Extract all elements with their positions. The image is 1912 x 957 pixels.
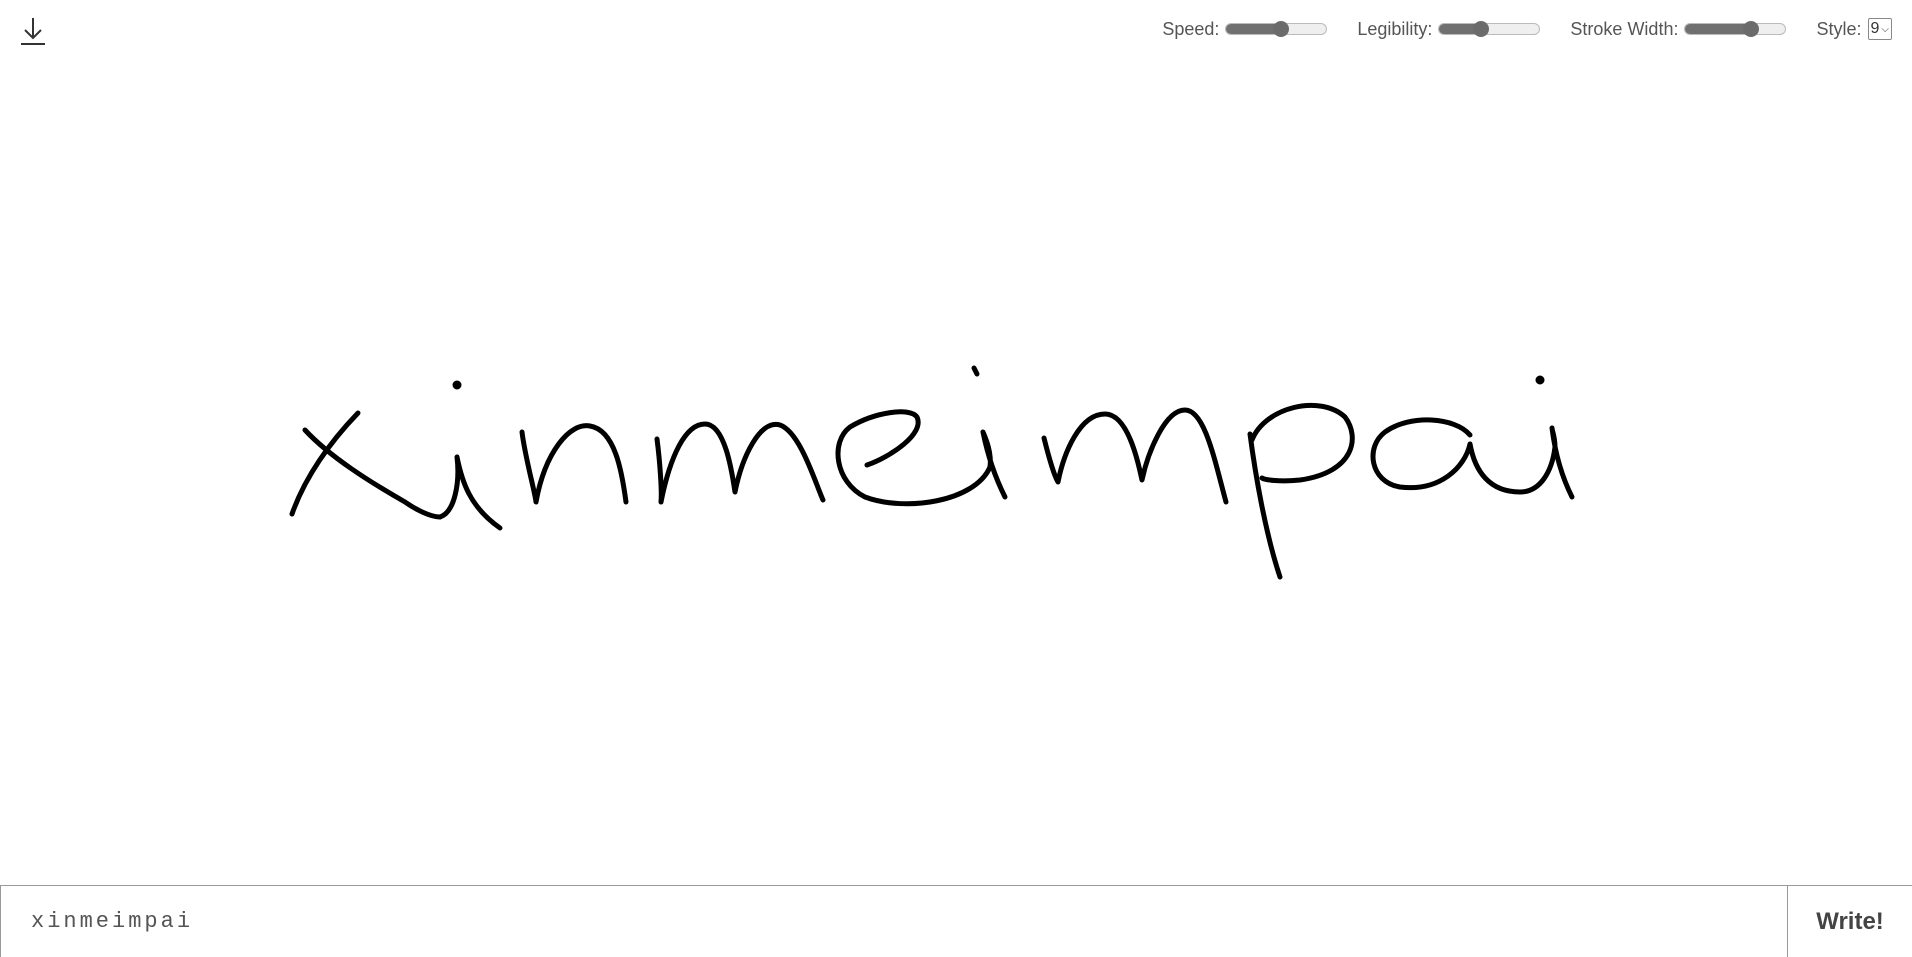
glyph-i3-stroke <box>1549 425 1575 500</box>
glyph-i3-dot <box>1535 375 1545 385</box>
legibility-slider-thumb[interactable] <box>1473 21 1490 37</box>
glyph-p-stroke <box>1247 402 1355 580</box>
legibility-label: Legibility: <box>1357 18 1433 39</box>
handwriting-drawing: xinmeimpai <box>289 365 1575 580</box>
stroke-width-slider-fill <box>1685 24 1752 34</box>
legibility-slider[interactable] <box>1438 21 1541 37</box>
glyph-i-dot <box>452 380 462 390</box>
stroke-width-label: Stroke Width: <box>1570 18 1679 39</box>
glyph-m-stroke <box>654 421 826 505</box>
write-button[interactable]: Write! <box>1787 886 1912 957</box>
glyph-m2-stroke <box>1041 407 1229 505</box>
glyph-i2-dot <box>971 365 980 377</box>
input-bar: Write! <box>0 885 1912 957</box>
controls-group: Speed: Legibility: Stroke Width: Style: … <box>1132 18 1892 40</box>
legibility-control: Legibility: <box>1357 18 1541 40</box>
glyph-i2-stroke <box>980 429 1008 500</box>
toolbar: Speed: Legibility: Stroke Width: Style: … <box>0 0 1912 62</box>
style-control: Style: 9 ⌵ <box>1816 18 1892 40</box>
glyph-i-stroke <box>437 454 503 531</box>
handwriting-canvas: xinmeimpai <box>0 62 1912 886</box>
download-icon <box>21 18 45 45</box>
glyph-n-stroke <box>519 423 629 505</box>
style-select[interactable]: 9 ⌵ <box>1867 18 1892 40</box>
text-input[interactable] <box>0 886 1787 957</box>
glyph-a-stroke <box>1370 417 1558 495</box>
stroke-width-control: Stroke Width: <box>1570 18 1787 40</box>
speed-slider-thumb[interactable] <box>1273 21 1290 37</box>
chevron-down-icon: ⌵ <box>1881 23 1889 35</box>
stroke-width-slider-thumb[interactable] <box>1743 21 1760 37</box>
speed-control: Speed: <box>1162 18 1328 40</box>
stroke-width-slider[interactable] <box>1684 21 1787 37</box>
download-button[interactable] <box>16 14 50 48</box>
speed-label: Speed: <box>1162 18 1220 39</box>
style-label: Style: <box>1816 18 1862 39</box>
speed-slider[interactable] <box>1225 21 1328 37</box>
glyph-e-stroke <box>835 409 993 507</box>
style-select-value: 9 <box>1870 20 1880 37</box>
glyph-x-stroke-1 <box>302 427 443 520</box>
